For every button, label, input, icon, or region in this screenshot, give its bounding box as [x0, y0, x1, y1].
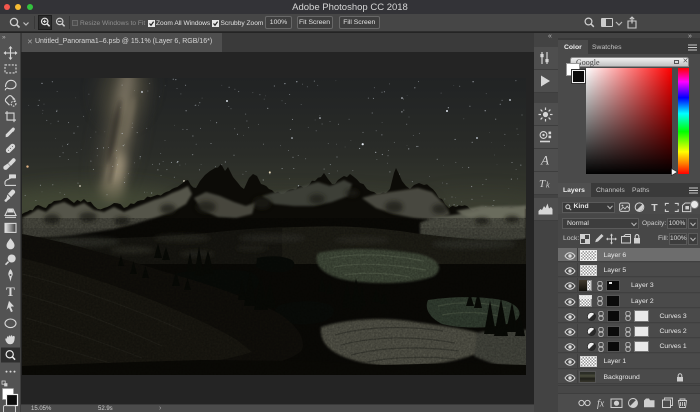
svg-text:T: T — [651, 202, 658, 213]
svg-text:fx: fx — [597, 399, 605, 410]
svg-text:A: A — [540, 153, 549, 167]
svg-text:k: k — [546, 181, 550, 190]
svg-text:T: T — [6, 284, 15, 299]
svg-text:T: T — [539, 178, 546, 190]
svg-text:»: » — [2, 34, 6, 41]
